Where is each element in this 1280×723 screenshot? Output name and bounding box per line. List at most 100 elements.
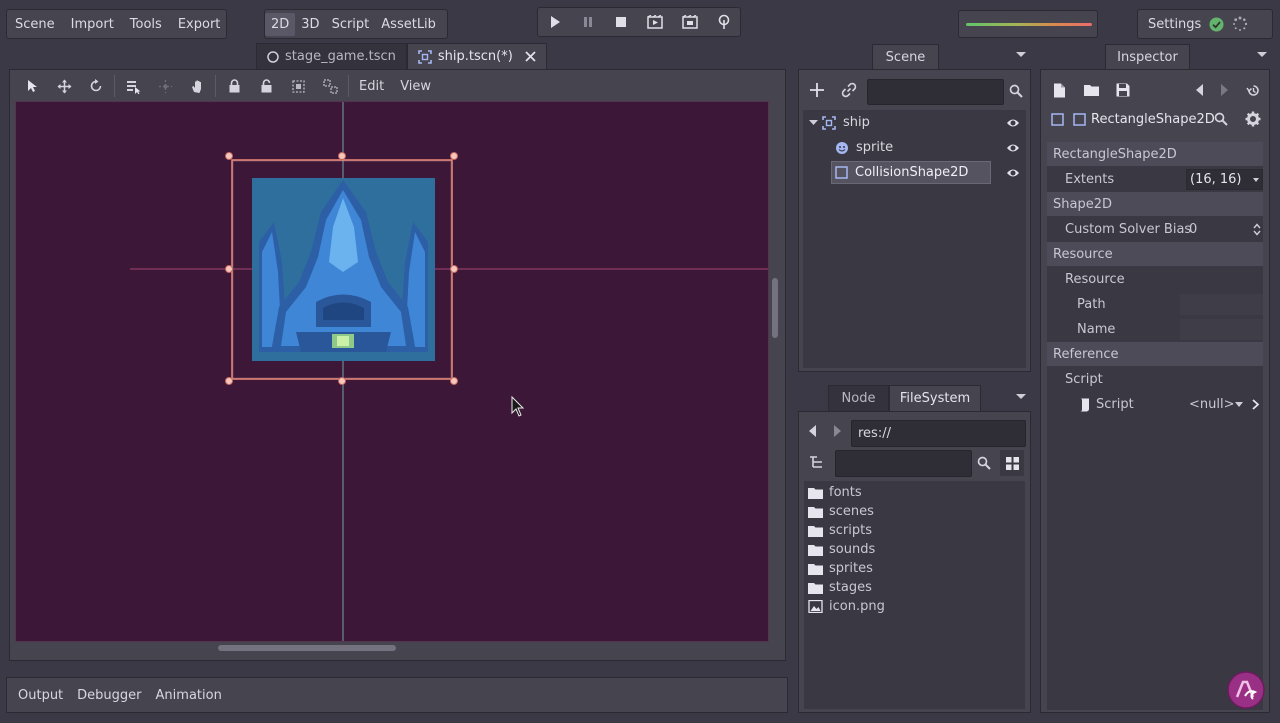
- file-item-stages[interactable]: stages: [804, 578, 1025, 597]
- dropdown-arrow-icon[interactable]: [1235, 402, 1243, 407]
- scene-canvas[interactable]: [15, 101, 769, 642]
- search-icon[interactable]: [1214, 112, 1228, 126]
- rectangle-shape-icon: [1073, 113, 1086, 126]
- ship-sprite: [252, 178, 435, 361]
- mode-3d-button[interactable]: 3D: [295, 13, 325, 36]
- history-icon[interactable]: [1246, 83, 1261, 98]
- inspector-tab[interactable]: Inspector: [1105, 44, 1190, 69]
- section-reference[interactable]: Reference: [1047, 342, 1263, 366]
- play-scene-icon[interactable]: [646, 15, 663, 29]
- file-filter-input[interactable]: [835, 450, 972, 477]
- new-resource-icon[interactable]: [1053, 83, 1066, 98]
- visibility-eye-icon[interactable]: [1006, 141, 1020, 155]
- dock-menu-arrow-icon[interactable]: [1257, 52, 1267, 57]
- menu-tools[interactable]: Tools: [122, 17, 170, 32]
- script-field[interactable]: <null>: [1186, 394, 1263, 415]
- close-icon[interactable]: [525, 51, 536, 62]
- dropdown-arrow-icon[interactable]: [1253, 178, 1259, 182]
- debugger-tab[interactable]: Debugger: [70, 688, 148, 703]
- instance-link-icon[interactable]: [841, 82, 857, 98]
- node2d-icon: [822, 115, 836, 130]
- gear-icon[interactable]: [1245, 111, 1261, 127]
- mode-script-button[interactable]: Script: [326, 13, 376, 36]
- dock-menu-arrow-icon[interactable]: [1016, 52, 1026, 57]
- rotate-tool-icon[interactable]: [80, 73, 112, 99]
- path-field[interactable]: [1180, 294, 1263, 315]
- unlock-icon[interactable]: [250, 73, 282, 99]
- select-tool-icon[interactable]: [16, 73, 48, 99]
- pan-tool-icon[interactable]: [181, 73, 213, 99]
- name-field[interactable]: [1180, 319, 1263, 340]
- chevron-right-icon[interactable]: [1252, 399, 1259, 410]
- prop-group-resource[interactable]: Resource: [1047, 267, 1263, 292]
- node-label: CollisionShape2D: [855, 165, 969, 180]
- file-item-scenes[interactable]: scenes: [804, 502, 1025, 521]
- solver-bias-spinbox[interactable]: 0: [1186, 219, 1263, 240]
- remote-debug-icon[interactable]: [717, 14, 731, 30]
- move-tool-icon[interactable]: [48, 73, 80, 99]
- inspected-object-name[interactable]: RectangleShape2D: [1091, 112, 1215, 127]
- animation-tab[interactable]: Animation: [149, 688, 229, 703]
- menu-import[interactable]: Import: [63, 17, 122, 32]
- edit-menu[interactable]: Edit: [351, 79, 392, 94]
- extents-field[interactable]: (16, 16): [1186, 169, 1263, 190]
- object-selector-icon[interactable]: [1051, 113, 1064, 126]
- section-rectangleshape2d[interactable]: RectangleShape2D: [1047, 142, 1263, 166]
- view-menu[interactable]: View: [392, 79, 439, 94]
- back-arrow-icon[interactable]: [809, 425, 817, 437]
- scene-dock-tab[interactable]: Scene: [872, 44, 939, 69]
- mode-assetlib-button[interactable]: AssetLib: [375, 13, 442, 36]
- dock-menu-arrow-icon[interactable]: [1016, 394, 1026, 399]
- mouse-cursor: [511, 395, 525, 417]
- add-node-icon[interactable]: [809, 82, 825, 98]
- section-shape2d[interactable]: Shape2D: [1047, 192, 1263, 216]
- stop-icon[interactable]: [614, 15, 628, 29]
- scene-filter-input[interactable]: [867, 79, 1004, 105]
- list-select-icon[interactable]: [117, 73, 149, 99]
- path-field[interactable]: res://: [851, 420, 1026, 447]
- canvas-drawing: [130, 102, 768, 641]
- tab-stage-game[interactable]: stage_game.tscn: [256, 43, 407, 69]
- pause-icon[interactable]: [581, 15, 595, 29]
- visibility-eye-icon[interactable]: [1006, 166, 1020, 180]
- lock-icon[interactable]: [218, 73, 250, 99]
- settings-button[interactable]: Settings: [1148, 17, 1201, 32]
- search-icon[interactable]: [977, 456, 991, 470]
- spin-arrows-icon[interactable]: [1253, 223, 1261, 236]
- solver-bias-value: 0: [1189, 222, 1198, 237]
- mode-2d-button[interactable]: 2D: [265, 12, 296, 36]
- save-icon[interactable]: [1116, 83, 1130, 97]
- tree-node-collisionshape2d[interactable]: CollisionShape2D: [803, 160, 1026, 185]
- menu-scene[interactable]: Scene: [7, 17, 63, 32]
- tree-view-icon[interactable]: [809, 455, 824, 470]
- horizontal-scrollbar[interactable]: [218, 645, 396, 651]
- history-back-icon[interactable]: [1196, 84, 1204, 96]
- pivot-tool-icon[interactable]: [149, 73, 181, 99]
- history-forward-icon[interactable]: [1220, 84, 1228, 96]
- file-item-scripts[interactable]: scripts: [804, 521, 1025, 540]
- tree-node-ship[interactable]: ship: [803, 110, 1026, 135]
- file-item-icon-png[interactable]: icon.png: [804, 597, 1025, 616]
- vertical-scrollbar[interactable]: [772, 278, 778, 338]
- group-icon[interactable]: [282, 73, 314, 99]
- visibility-eye-icon[interactable]: [1006, 116, 1020, 130]
- section-resource[interactable]: Resource: [1047, 242, 1263, 266]
- tab-node[interactable]: Node: [828, 385, 889, 411]
- prop-group-script[interactable]: Script: [1047, 367, 1263, 392]
- file-item-sprites[interactable]: sprites: [804, 559, 1025, 578]
- menu-export[interactable]: Export: [170, 17, 229, 32]
- forward-arrow-icon[interactable]: [833, 425, 841, 437]
- grid-view-icon[interactable]: [1000, 450, 1024, 476]
- tree-node-sprite[interactable]: sprite: [803, 135, 1026, 160]
- search-icon[interactable]: [1009, 84, 1023, 98]
- collapse-arrow-icon: [809, 120, 818, 125]
- play-custom-scene-icon[interactable]: [681, 15, 698, 29]
- tab-filesystem[interactable]: FileSystem: [889, 385, 981, 411]
- tab-ship[interactable]: ship.tscn(*): [406, 43, 547, 69]
- ungroup-icon[interactable]: [314, 73, 346, 99]
- file-item-fonts[interactable]: fonts: [804, 483, 1025, 502]
- output-tab[interactable]: Output: [11, 688, 70, 703]
- open-folder-icon[interactable]: [1084, 84, 1099, 96]
- play-icon[interactable]: [548, 15, 562, 29]
- file-item-sounds[interactable]: sounds: [804, 540, 1025, 559]
